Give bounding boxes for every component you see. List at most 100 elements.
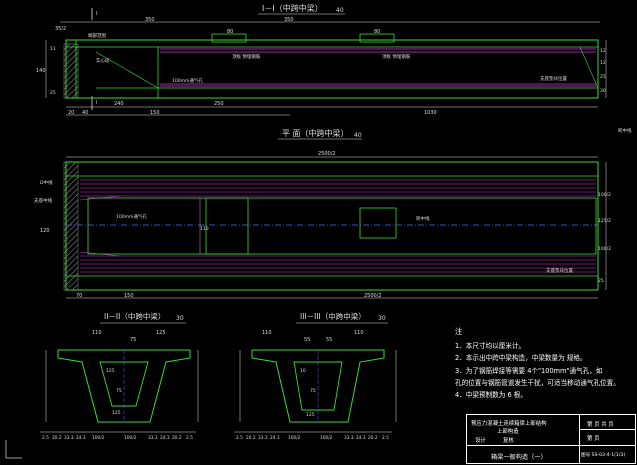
- label-duct-1: 100mm通气孔: [172, 77, 203, 84]
- s3-top-c: 55: [326, 337, 332, 343]
- s2-bottom-0: 2.5: [42, 435, 49, 441]
- section-2-scale: 30: [176, 315, 184, 322]
- note-1: 1．本尺寸均以厘米计。: [455, 342, 526, 351]
- s3-top-b: 55: [304, 337, 310, 343]
- plan-dim-right-a: 100/2: [598, 192, 611, 198]
- tb-drawing: 箱梁一般构造（一）: [491, 454, 547, 461]
- plan-dim-bottom-b: 150: [124, 293, 134, 299]
- s2-bottom-6: 33.3: [148, 435, 158, 441]
- s3-top-d: 110: [354, 330, 364, 336]
- s3-inner-a: 10: [300, 368, 306, 374]
- dim-bottom-b: 40: [82, 110, 88, 116]
- title-block: 预应力混凝土连续箱梁上部结构 上部构造 设计 复核 箱梁一般构造（一） 第 页 …: [466, 414, 636, 464]
- tb-right-1: 第 页 共 页: [587, 422, 614, 428]
- tb-right-2: 第 页: [587, 436, 600, 442]
- s3-bottom-5: 100/2: [320, 435, 333, 441]
- dim-bottom-f: 1030: [424, 110, 437, 116]
- dim-left-a: 140: [36, 68, 46, 74]
- tb-designer: 设计: [475, 438, 486, 444]
- plan-dim-right-d: 25: [598, 278, 604, 284]
- dim-right-a: 12: [600, 48, 606, 54]
- dim-bottom-e: 250: [214, 101, 224, 107]
- s2-top-a: 110: [92, 330, 102, 336]
- section-3-view: III－III（中跨中梁） 30 110 55 55 110 10 75 125…: [234, 311, 397, 441]
- plan-total-dim: 2500/2: [318, 151, 336, 157]
- svg-text:I: I: [96, 100, 97, 106]
- section-3-title: III－III（中跨中梁）: [300, 311, 366, 321]
- s2-bottom-3: 24.3: [76, 435, 86, 441]
- s2-inner-a: 125: [106, 368, 115, 374]
- plan-label-b: 支座中线: [34, 197, 52, 204]
- label-bearing: 支座垫块位置: [540, 75, 567, 82]
- notes-block: 注 1．本尺寸均以厘米计。 2．本示出中跨中梁构造，中梁数量为 规格。 3．为了…: [455, 326, 635, 401]
- note-3: 3．为了钢筋焊接等需要 4个"100mm"通气孔，如: [455, 366, 603, 375]
- s3-inner-c: 125: [306, 412, 315, 418]
- tb-checker: 复核: [503, 438, 514, 444]
- label-end-range: 端部范围: [88, 32, 106, 39]
- dim-top-b: 350: [145, 17, 155, 23]
- tb-project: 预应力混凝土连续箱梁上部结构: [471, 421, 547, 427]
- s2-bottom-8: 20.2: [172, 435, 182, 441]
- plan-label-a: D中线: [40, 179, 53, 186]
- dim-left-b: 11: [50, 46, 56, 52]
- section-1-view: I－I（中跨中梁） 40 I I 35/2 350 350 80 80 端部范围…: [36, 3, 607, 116]
- s3-top-a: 110: [262, 330, 272, 336]
- s2-top-b: 75: [130, 337, 136, 343]
- plan-label-duct: 100mm通气孔: [116, 213, 147, 220]
- s3-bottom-4: 100/2: [288, 435, 301, 441]
- plan-label-mid: 跨中线: [416, 215, 430, 222]
- section-1-scale: 40: [336, 7, 344, 14]
- plan-label-right: 支座垫块位置: [546, 267, 573, 274]
- dim-top-a: 35/2: [55, 26, 66, 32]
- dim-left-c: 25: [50, 90, 56, 96]
- label-solid: 实心段: [96, 57, 110, 64]
- plan-title: 平 面（中跨中梁）: [282, 128, 349, 138]
- note-3b: 孔的位置与钢筋管道发生干扰，可适当移动通气孔位置。: [455, 378, 620, 387]
- ucs-icon: [5, 440, 22, 459]
- note-2: 2．本示出中跨中梁构造，中梁数量为 规格。: [455, 354, 587, 363]
- label-steel-a: 顶板 预埋钢筋: [232, 53, 261, 60]
- s2-inner-c: 125: [112, 410, 121, 416]
- section-3-scale: 30: [378, 315, 386, 322]
- plan-side-text: 跨中线: [618, 127, 632, 134]
- plan-dim-right-b: 125/2: [598, 218, 611, 224]
- s3-bottom-3: 24.3: [270, 435, 280, 441]
- s3-bottom-0: 2.5: [236, 435, 243, 441]
- dim-bottom-d: 150: [150, 110, 160, 116]
- s2-bottom-2: 33.3: [64, 435, 74, 441]
- dim-bottom-c: 240: [114, 101, 124, 107]
- plan-dim-bottom-c: 2500/2: [364, 293, 382, 299]
- s3-bottom-9: 2.5: [382, 435, 389, 441]
- s2-bottom-1: 20.2: [52, 435, 62, 441]
- s3-bottom-2: 33.3: [258, 435, 268, 441]
- dim-right-b: 12: [600, 60, 606, 66]
- plan-dim-inner: 110: [200, 226, 209, 232]
- s2-bottom-5: 100/2: [124, 435, 137, 441]
- s2-top-c: 125: [156, 330, 166, 336]
- tb-drawing-no: 图号 SS-03-4-1(1/3): [581, 453, 626, 458]
- dim-right-d: 30: [600, 88, 606, 94]
- s3-bottom-6: 33.3: [344, 435, 354, 441]
- note-4: 4．中梁预制数为 6 根。: [455, 391, 527, 400]
- plan-dim-right-c: 100/2: [598, 246, 611, 252]
- s3-bottom-8: 20.2: [368, 435, 378, 441]
- s3-inner-b: 75: [310, 388, 316, 394]
- s2-bottom-7: 24.3: [160, 435, 170, 441]
- dim-bottom-a: 20: [68, 110, 74, 116]
- plan-dim-bottom-a: 70: [76, 293, 82, 299]
- section-2-view: II－II（中跨中梁） 30 110 75 125 125 75 125 2.5…: [40, 311, 199, 441]
- section-1-title: I－I（中跨中梁）: [262, 3, 323, 13]
- section-2-title: II－II（中跨中梁）: [104, 311, 165, 321]
- plan-scale: 40: [354, 132, 362, 139]
- s2-bottom-9: 2.5: [186, 435, 193, 441]
- svg-text:I: I: [96, 11, 97, 17]
- plan-dim-left: 120: [40, 228, 50, 234]
- notes-heading: 注: [455, 327, 463, 336]
- s3-bottom-1: 20.2: [246, 435, 256, 441]
- s2-bottom-4: 100/2: [92, 435, 105, 441]
- plan-view: 平 面（中跨中梁） 40 2500/2 D中线 支座中线 100mm通气孔 跨中…: [34, 127, 632, 299]
- s3-bottom-7: 24.3: [356, 435, 366, 441]
- dim-top-c: 350: [284, 17, 294, 23]
- label-steel-b: 顶板 预埋钢筋: [382, 53, 411, 60]
- s2-inner-b: 75: [116, 388, 122, 394]
